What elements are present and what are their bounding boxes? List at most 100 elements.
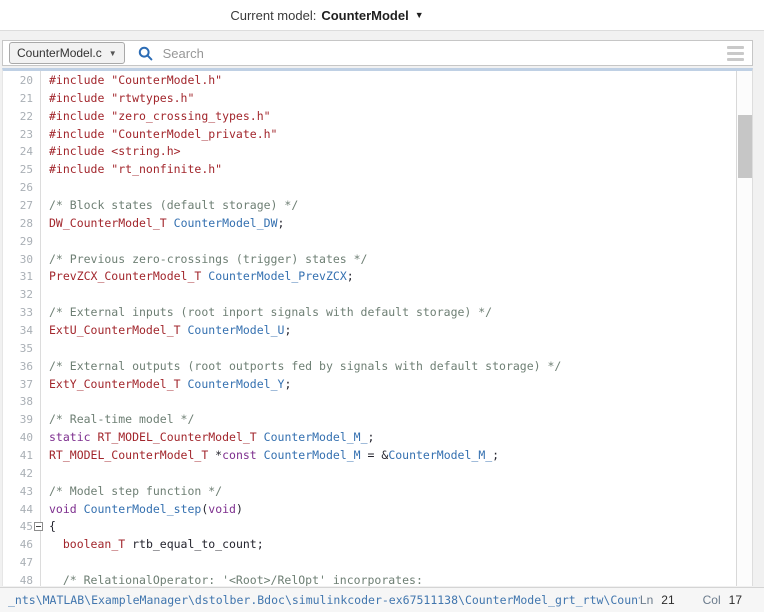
hamburger-menu-icon[interactable]: [727, 46, 744, 61]
line-number: 47: [3, 554, 33, 572]
code-line-row: 35: [3, 340, 735, 358]
code-line-row: 25#include "rt_nonfinite.h": [3, 161, 735, 179]
line-number: 30: [3, 251, 33, 269]
code-token: ;: [347, 269, 354, 283]
code-line-row: 37ExtY_CounterModel_T CounterModel_Y;: [3, 376, 735, 394]
code-line-row: 45 {: [3, 518, 735, 536]
search-input[interactable]: [161, 45, 719, 62]
code-identifier-link[interactable]: CounterModel_Y: [188, 377, 285, 391]
code-token: ;: [284, 377, 291, 391]
code-line-text: /* Real-time model */: [49, 411, 194, 429]
code-line-row: 22 #include "zero_crossing_types.h": [3, 108, 735, 126]
line-number: 23: [3, 126, 33, 144]
code-token: = &: [361, 448, 389, 462]
code-identifier-link[interactable]: CounterModel_M_: [388, 448, 492, 462]
code-identifier-link[interactable]: CounterModel_M_: [264, 430, 368, 444]
code-token: #include <string.h>: [49, 144, 181, 158]
file-selector-dropdown[interactable]: CounterModel.c ▼: [9, 42, 125, 64]
line-number: 27: [3, 197, 33, 215]
code-line-row: 46 boolean_T rtb_equal_to_count;: [3, 536, 735, 554]
code-token: ;: [492, 448, 499, 462]
code-identifier-link[interactable]: CounterModel_U: [188, 323, 285, 337]
code-token: PrevZCX_CounterModel_T: [49, 269, 201, 283]
code-line-text: PrevZCX_CounterModel_T CounterModel_Prev…: [49, 268, 354, 286]
code-line-row: 42: [3, 465, 735, 483]
code-token: DW_CounterModel_T: [49, 216, 167, 230]
menu-bar: [727, 58, 744, 61]
code-token: /* Model step function */: [49, 484, 222, 498]
code-line-row: 27 /* Block states (default storage) */: [3, 197, 735, 215]
code-line-row: 34ExtU_CounterModel_T CounterModel_U;: [3, 322, 735, 340]
code-line-text: #include <string.h>: [49, 143, 181, 161]
code-line-text: #include "CounterModel.h": [49, 72, 222, 90]
code-token: [181, 323, 188, 337]
code-token: ExtU_CounterModel_T: [49, 323, 181, 337]
code-viewer-panel: 20#include "CounterModel.h"21#include "r…: [2, 68, 753, 586]
code-line-text: void CounterModel_step(void): [49, 501, 243, 519]
code-token: [77, 502, 84, 516]
code-token: [257, 448, 264, 462]
code-token: const: [222, 448, 257, 462]
code-identifier-link[interactable]: CounterModel_step: [84, 502, 202, 516]
code-token: #include "CounterModel.h": [49, 73, 222, 87]
code-identifier-link[interactable]: CounterModel_DW: [174, 216, 278, 230]
line-number: 42: [3, 465, 33, 483]
line-number: 41: [3, 447, 33, 465]
code-line-row: 41 RT_MODEL_CounterModel_T *const Counter…: [3, 447, 735, 465]
vertical-scrollbar[interactable]: [736, 71, 752, 586]
line-number: 22: [3, 108, 33, 126]
line-number: 37: [3, 376, 33, 394]
current-model-label: Current model:: [230, 8, 316, 23]
code-line-row: 20 #include "CounterModel.h": [3, 72, 735, 90]
column-indicator-label: Col: [703, 593, 721, 607]
code-line-text: /* RelationalOperator: '<Root>/RelOpt' i…: [49, 572, 423, 586]
line-number: 24: [3, 143, 33, 161]
code-token: #include "zero_crossing_types.h": [49, 109, 271, 123]
code-line-row: 31PrevZCX_CounterModel_T CounterModel_Pr…: [3, 268, 735, 286]
code-line-text: static RT_MODEL_CounterModel_T CounterMo…: [49, 429, 374, 447]
code-line-text: RT_MODEL_CounterModel_T *const CounterMo…: [49, 447, 499, 465]
code-token: [49, 537, 63, 551]
code-token: void: [49, 502, 77, 516]
code-token: *: [208, 448, 222, 462]
code-identifier-link[interactable]: CounterModel_PrevZCX: [208, 269, 346, 283]
code-line-text: /* Model step function */: [49, 483, 222, 501]
code-token: rtb_equal_to_count;: [125, 537, 263, 551]
code-token: {: [49, 519, 56, 533]
code-token: RT_MODEL_CounterModel_T: [49, 448, 208, 462]
code-token: static: [49, 430, 91, 444]
line-number: 26: [3, 179, 33, 197]
code-line-text: boolean_T rtb_equal_to_count;: [49, 536, 264, 554]
line-number: 45: [3, 518, 33, 536]
code-line-row: 44 void CounterModel_step(void): [3, 501, 735, 519]
line-number: 46: [3, 536, 33, 554]
scrollbar-thumb[interactable]: [738, 115, 752, 178]
code-line-text: #include "CounterModel_private.h": [49, 126, 277, 144]
code-line-row: 23 #include "CounterModel_private.h": [3, 126, 735, 144]
code-line-row: 30 /* Previous zero-crossings (trigger) s…: [3, 251, 735, 269]
code-line-text: /* Block states (default storage) */: [49, 197, 298, 215]
line-indicator-value: 21: [661, 593, 674, 607]
code-token: /* Block states (default storage) */: [49, 198, 298, 212]
model-dropdown-caret-icon: ▼: [415, 10, 424, 20]
code-line-row: 36/* External outputs (root outports fed…: [3, 358, 735, 376]
line-number: 44: [3, 501, 33, 519]
menu-bar: [727, 46, 744, 49]
file-dropdown-caret-icon: ▼: [109, 49, 117, 58]
line-number: 32: [3, 286, 33, 304]
code-token: /* External inputs (root inport signals …: [49, 305, 492, 319]
code-identifier-link[interactable]: CounterModel_M: [264, 448, 361, 462]
code-line-text: #include "zero_crossing_types.h": [49, 108, 271, 126]
code-token: [257, 430, 264, 444]
current-model-selector[interactable]: Current model: CounterModel ▼: [230, 8, 423, 23]
column-indicator-value: 17: [729, 593, 742, 607]
code-fold-toggle-icon[interactable]: [34, 522, 43, 531]
line-number: 20: [3, 72, 33, 90]
code-token: boolean_T: [63, 537, 125, 551]
line-number: 34: [3, 322, 33, 340]
current-model-name: CounterModel: [321, 8, 408, 23]
code-lines: 20#include "CounterModel.h"21#include "r…: [3, 72, 735, 586]
line-number: 36: [3, 358, 33, 376]
code-line-text: /* Previous zero-crossings (trigger) sta…: [49, 251, 368, 269]
code-token: [167, 216, 174, 230]
